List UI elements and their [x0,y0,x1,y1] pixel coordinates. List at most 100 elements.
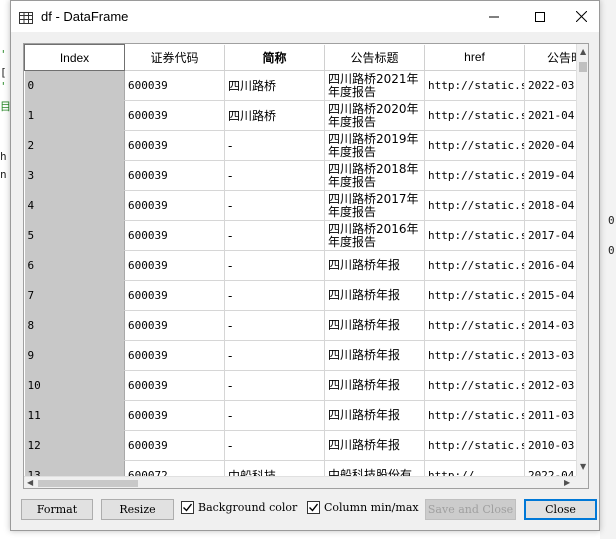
column-header-index[interactable]: Index [24,44,125,71]
table-row[interactable]: 5600039-四川路桥2016年年度报告http://static.sse.c… [24,220,576,251]
column-header-name[interactable]: 简称 [224,44,325,71]
row-index-cell[interactable]: 5 [24,220,125,251]
table-row[interactable]: 9600039-四川路桥年报http://static.sse.c…2013-0… [24,340,576,371]
format-button[interactable]: Format [21,499,93,520]
title-cell[interactable]: 四川路桥年报 [324,250,425,281]
title-cell[interactable]: 四川路桥年报 [324,310,425,341]
name-cell[interactable]: - [224,130,325,161]
href-cell[interactable]: http://static.sse.c… [424,340,525,371]
scroll-up-icon[interactable]: ▲ [580,47,586,57]
href-cell[interactable]: http://static.sse.c… [424,190,525,221]
code-cell[interactable]: 600072 [124,460,225,476]
title-cell[interactable]: 四川路桥2019年年度报告 [324,130,425,161]
title-cell[interactable]: 四川路桥2020年年度报告 [324,100,425,131]
column-header-code[interactable]: 证券代码 [124,44,225,71]
code-cell[interactable]: 600039 [124,280,225,311]
title-cell[interactable]: 四川路桥2017年年度报告 [324,190,425,221]
close-button[interactable]: Close [524,499,597,520]
date-cell[interactable]: 2022-03- [524,70,576,101]
row-index-cell[interactable]: 3 [24,160,125,191]
table-row[interactable]: 3600039-四川路桥2018年年度报告http://static.sse.c… [24,160,576,191]
column-minmax-checkbox[interactable]: Column min/max [307,501,419,514]
name-cell[interactable]: - [224,430,325,461]
code-cell[interactable]: 600039 [124,220,225,251]
date-cell[interactable]: 2019-04- [524,160,576,191]
code-cell[interactable]: 600039 [124,310,225,341]
href-cell[interactable]: http://static.sse.c… [424,160,525,191]
row-index-cell[interactable]: 6 [24,250,125,281]
scroll-down-icon[interactable]: ▼ [580,462,586,472]
dataframe-grid[interactable]: Index 证券代码 简称 公告标题 href 公告时 0600039四川路桥四… [23,43,589,489]
background-color-checkbox[interactable]: Background color [181,501,297,514]
row-index-cell[interactable]: 1 [24,100,125,131]
href-cell[interactable]: http://static.sse.c… [424,280,525,311]
table-row[interactable]: 0600039四川路桥四川路桥2021年年度报告http://static.ss… [24,70,576,101]
vertical-scrollbar[interactable]: ▲ ▼ [576,44,588,476]
row-index-cell[interactable]: 4 [24,190,125,221]
table-row[interactable]: 13 600072 中船科技 中船科技股份有 http://2022-04- [24,460,576,476]
table-row[interactable]: 7600039-四川路桥年报http://static.sse.c…2015-0… [24,280,576,311]
horizontal-scroll-thumb[interactable] [38,480,138,487]
code-cell[interactable]: 600039 [124,250,225,281]
code-cell[interactable]: 600039 [124,370,225,401]
name-cell[interactable]: 四川路桥 [224,70,325,101]
href-cell[interactable]: http://static.sse.c… [424,250,525,281]
name-cell[interactable]: - [224,400,325,431]
date-cell[interactable]: 2012-03- [524,370,576,401]
title-cell[interactable]: 四川路桥年报 [324,340,425,371]
date-cell[interactable]: 2016-04- [524,250,576,281]
code-cell[interactable]: 600039 [124,190,225,221]
table-row[interactable]: 10600039-四川路桥年报http://static.sse.c…2012-… [24,370,576,401]
title-cell[interactable]: 四川路桥年报 [324,280,425,311]
vertical-scroll-thumb[interactable] [579,62,587,72]
href-cell[interactable]: http://static.sse.c… [424,370,525,401]
href-cell[interactable]: http:// [424,460,525,476]
date-cell[interactable]: 2022-04- [524,460,576,476]
row-index-cell[interactable]: 2 [24,130,125,161]
code-cell[interactable]: 600039 [124,100,225,131]
column-header-date[interactable]: 公告时 [524,44,576,71]
code-cell[interactable]: 600039 [124,340,225,371]
title-cell[interactable]: 四川路桥2021年年度报告 [324,70,425,101]
date-cell[interactable]: 2015-04- [524,280,576,311]
row-index-cell[interactable]: 13 [24,460,125,476]
checkbox-box[interactable] [307,501,320,514]
row-index-cell[interactable]: 9 [24,340,125,371]
table-row[interactable]: 11600039-四川路桥年报http://static.sse.c…2011-… [24,400,576,431]
date-cell[interactable]: 2014-03- [524,310,576,341]
name-cell[interactable]: - [224,280,325,311]
name-cell[interactable]: - [224,310,325,341]
table-row[interactable]: 6600039-四川路桥年报http://static.sse.c…2016-0… [24,250,576,281]
href-cell[interactable]: http://static.sse.c… [424,400,525,431]
row-index-cell[interactable]: 8 [24,310,125,341]
title-cell[interactable]: 四川路桥年报 [324,370,425,401]
code-cell[interactable]: 600039 [124,430,225,461]
table-row[interactable]: 2600039-四川路桥2019年年度报告http://static.sse.c… [24,130,576,161]
href-cell[interactable]: http://static.sse.c… [424,430,525,461]
row-index-cell[interactable]: 12 [24,430,125,461]
scroll-right-icon[interactable]: ▶ [564,478,570,488]
maximize-button[interactable] [517,1,563,32]
save-and-close-button[interactable]: Save and Close [425,499,516,520]
href-cell[interactable]: http://static.sse.c… [424,70,525,101]
minimize-button[interactable] [471,1,517,32]
name-cell[interactable]: - [224,160,325,191]
name-cell[interactable]: 四川路桥 [224,100,325,131]
name-cell[interactable]: 中船科技 [224,460,325,476]
name-cell[interactable]: - [224,220,325,251]
title-bar[interactable]: df - DataFrame [11,1,599,32]
name-cell[interactable]: - [224,340,325,371]
row-index-cell[interactable]: 10 [24,370,125,401]
date-cell[interactable]: 2013-03- [524,340,576,371]
column-header-title[interactable]: 公告标题 [324,44,425,71]
code-cell[interactable]: 600039 [124,400,225,431]
row-index-cell[interactable]: 0 [24,70,125,101]
title-cell[interactable]: 四川路桥年报 [324,400,425,431]
title-cell[interactable]: 四川路桥2018年年度报告 [324,160,425,191]
table-row[interactable]: 12600039-四川路桥年报http://static.sse.c…2010-… [24,430,576,461]
table-row[interactable]: 8600039-四川路桥年报http://static.sse.c…2014-0… [24,310,576,341]
date-cell[interactable]: 2017-04- [524,220,576,251]
code-cell[interactable]: 600039 [124,70,225,101]
name-cell[interactable]: - [224,250,325,281]
date-cell[interactable]: 2021-04- [524,100,576,131]
